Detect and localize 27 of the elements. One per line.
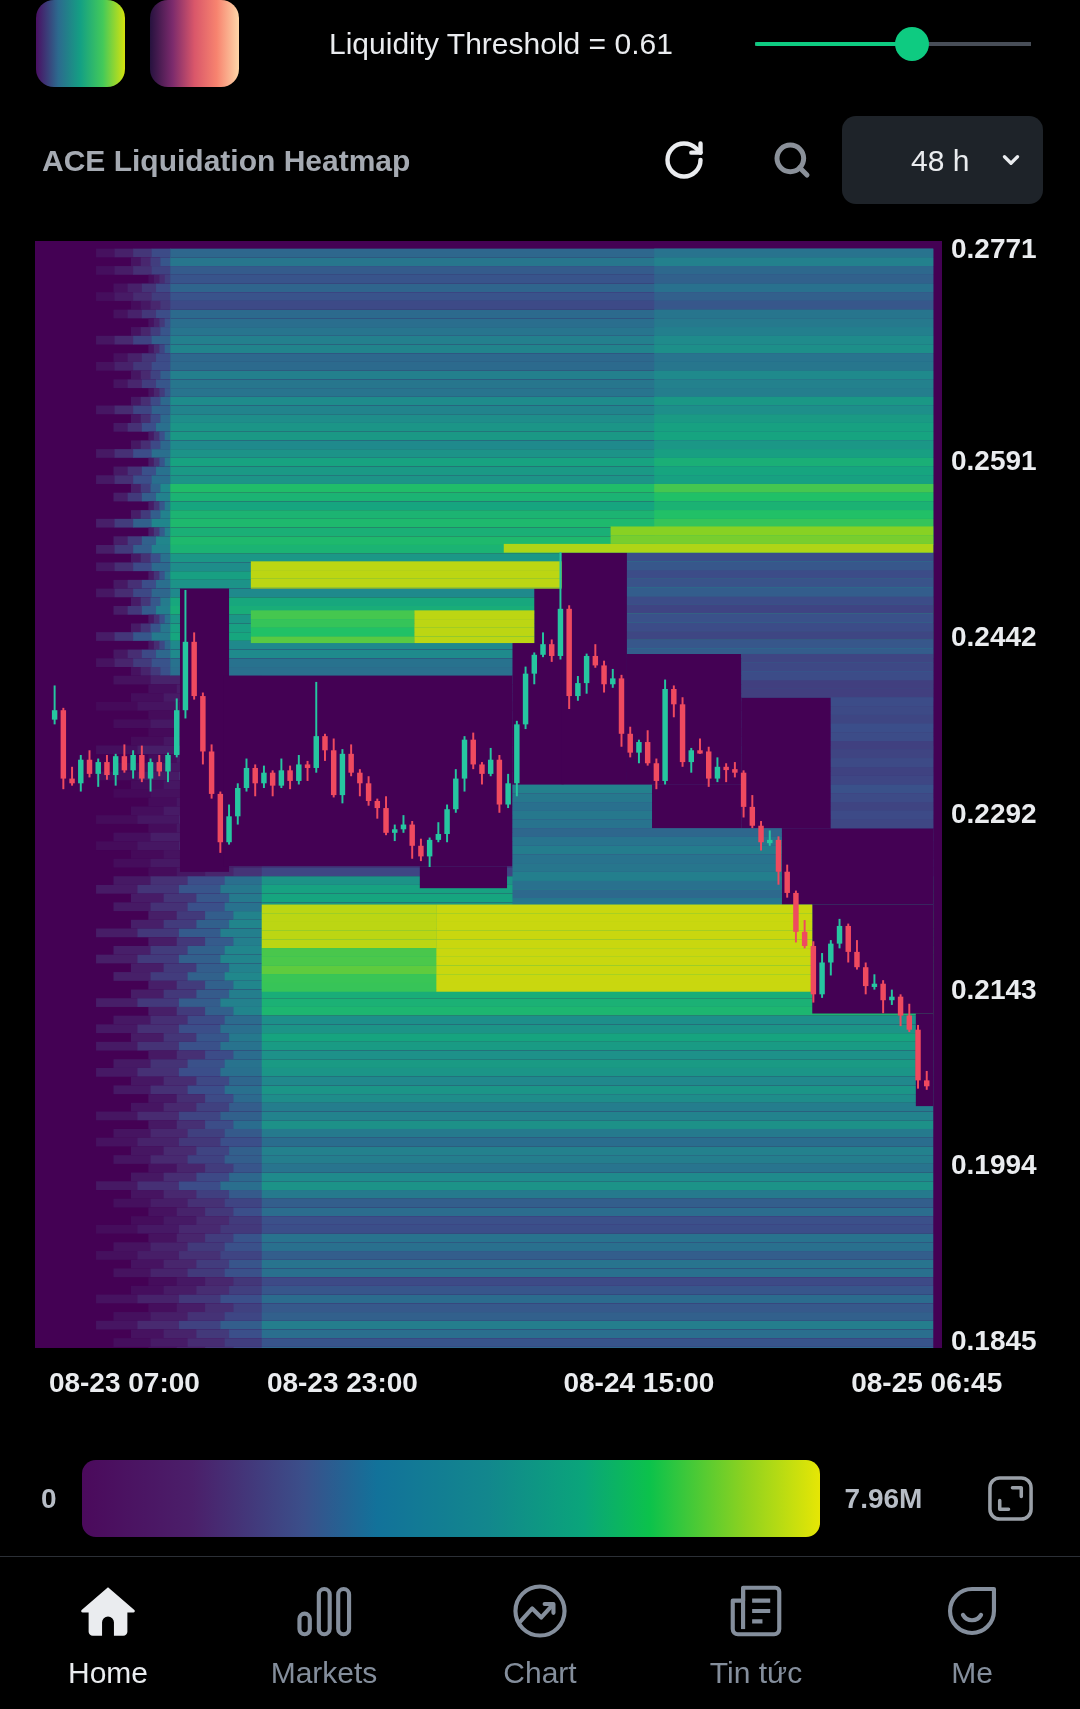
refresh-icon[interactable] [662,138,706,182]
scale-min-label: 0 [41,1481,57,1516]
heatmap-title: ACE Liquidation Heatmap [42,142,411,179]
slider-thumb[interactable] [895,26,930,61]
time-axis-label: 08-23 23:00 [266,1368,418,1398]
gradient-swatch-icon[interactable] [36,0,125,87]
nav-tab[interactable]: Chart [432,1557,648,1709]
expand-icon[interactable] [987,1475,1034,1522]
nav-tab[interactable]: Markets [216,1557,432,1709]
scale-max-label: 7.96M [844,1481,923,1516]
price-axis-label: 0.2771 [951,234,1037,265]
price-axis-label: 0.1845 [951,1325,1037,1356]
price-axis-label: 0.2143 [951,974,1037,1005]
price-axis-label: 0.2292 [951,798,1037,829]
timeframe-dropdown[interactable]: 48 h [842,116,1043,204]
gradient-swatch-icon[interactable] [150,0,239,87]
nav-tab[interactable]: Home [0,1557,216,1709]
time-axis-label: 08-25 06:45 [851,1368,1003,1398]
nav-tab[interactable]: Tin tức [648,1557,864,1709]
price-axis-label: 0.2442 [951,622,1037,653]
price-axis-label: 0.2591 [951,446,1037,477]
threshold-label: Liquidity Threshold = 0.61 [329,25,673,62]
time-axis-label: 08-24 15:00 [563,1368,715,1398]
time-axis-label: 08-23 07:00 [48,1368,200,1398]
search-icon[interactable] [772,140,812,180]
price-axis-label: 0.1994 [951,1150,1037,1181]
nav-tab[interactable]: Me [864,1557,1080,1709]
